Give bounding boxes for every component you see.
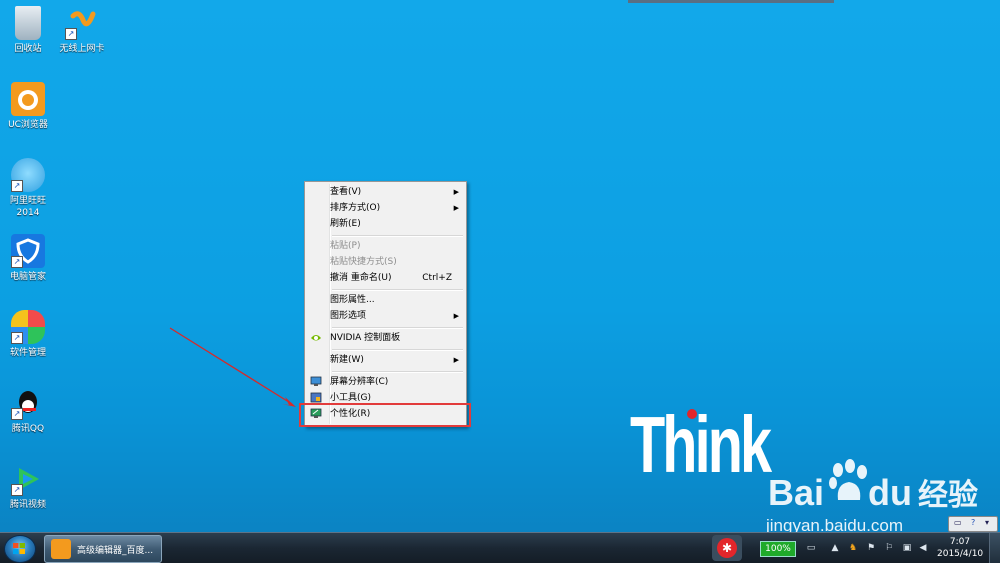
show-hidden-icons-icon[interactable]: ▲ xyxy=(830,543,840,553)
tray-flag-icon[interactable]: ⚐ xyxy=(884,543,894,553)
battery-indicator[interactable]: 100% xyxy=(760,541,796,557)
start-button[interactable] xyxy=(4,535,36,563)
tray-app-icon[interactable]: ♞ xyxy=(848,543,858,553)
clock-date: 2015/4/10 xyxy=(937,549,984,559)
annotation-arrow xyxy=(169,327,296,407)
language-bar[interactable]: ▭ ? ▾ xyxy=(948,516,998,532)
help-icon[interactable]: ? xyxy=(971,518,975,527)
taskbar-window-title: 高级编辑器_百度... xyxy=(77,546,154,556)
keyboard-icon: ▭ xyxy=(954,518,962,527)
clock-time: 7:07 xyxy=(949,537,971,547)
system-clock[interactable]: 7:07 2015/4/10 xyxy=(937,536,983,560)
app-taskbar-icon: ✱ xyxy=(717,538,737,558)
volume-icon[interactable]: ◀ xyxy=(918,543,928,553)
desktop[interactable]: 回收站 ↗ 无线上网卡 UC浏览器 ↗ 阿里旺旺 2014 ↗ 电脑管家 ↗ 软… xyxy=(0,0,1000,535)
taskbar-window-uc-browser[interactable]: 高级编辑器_百度... xyxy=(44,535,162,563)
uc-browser-taskbar-icon xyxy=(51,539,71,559)
show-desktop-button[interactable] xyxy=(989,533,1000,563)
network-icon[interactable]: ▣ xyxy=(902,543,912,553)
windows-logo-icon xyxy=(13,543,25,554)
minimize-langbar-icon[interactable]: ▾ xyxy=(985,518,989,527)
action-center-flag-icon[interactable]: ⚑ xyxy=(866,543,876,553)
taskbar: 高级编辑器_百度... ✱ 100% ▭ ▲ ♞ ⚑ ⚐ ▣ ◀ 7:07 20… xyxy=(0,532,1000,563)
power-plug-icon[interactable]: ▭ xyxy=(806,543,816,553)
taskbar-app-button[interactable]: ✱ xyxy=(712,535,742,561)
